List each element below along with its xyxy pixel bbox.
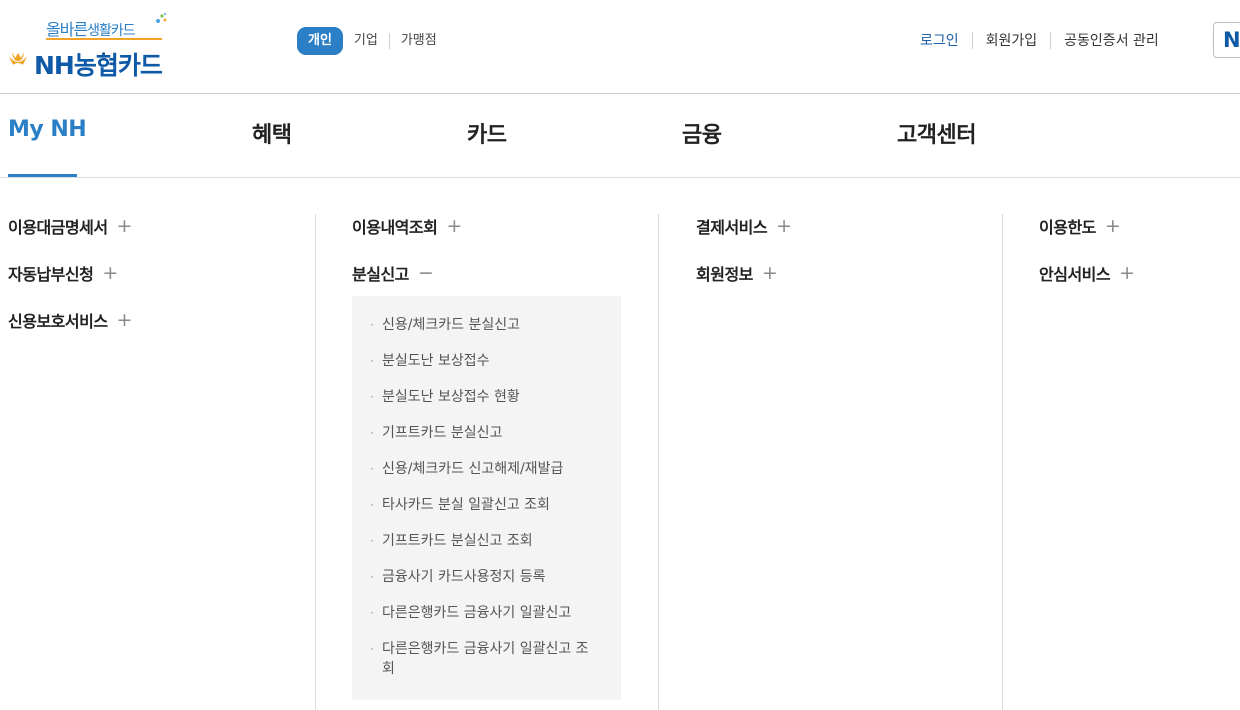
plus-icon[interactable]: + — [776, 217, 792, 236]
gnb-finance[interactable]: 금융 — [682, 117, 722, 149]
sub-item-label: 신용/체크카드 분실신고 — [382, 317, 520, 333]
gnb-my-nh[interactable]: My NH — [8, 117, 87, 142]
sub-item-card-loss-report[interactable]: · 신용/체크카드 분실신고 — [370, 315, 610, 335]
sub-item-label: 금융사기 카드사용정지 등록 — [382, 569, 546, 585]
sparkle-icon — [156, 13, 167, 23]
menu-item-payment-service[interactable]: 결제서비스 + — [696, 214, 792, 238]
sub-item-compensation-status[interactable]: · 분실도난 보상접수 현황 — [370, 387, 610, 407]
gnb-benefits[interactable]: 혜택 — [252, 117, 292, 149]
bullet-icon: · — [370, 318, 374, 332]
sub-item-label: 다른은행카드 금융사기 일괄신고 조회 — [382, 641, 589, 677]
menu-item-label: 분실신고 — [352, 265, 409, 284]
bullet-icon: · — [370, 354, 374, 368]
top-header: 올바른생활카드 NH농협카드 개인 기업 가맹점 로그인 회원가입 공동인증서 … — [0, 0, 1240, 94]
menu-item-label: 이용한도 — [1039, 218, 1096, 237]
main-navigation: My NH 혜택 카드 금융 고객센터 — [0, 95, 1240, 178]
menu-item-auto-payment[interactable]: 자동납부신청 + — [8, 261, 118, 285]
gnb-cards[interactable]: 카드 — [467, 117, 507, 149]
nh-symbol-icon — [9, 52, 27, 73]
sub-item-label: 타사카드 분실 일괄신고 조회 — [382, 497, 550, 513]
menu-item-label: 자동납부신청 — [8, 265, 94, 284]
bullet-icon: · — [370, 642, 374, 656]
plus-icon[interactable]: + — [446, 217, 462, 236]
menu-item-label: 이용내역조회 — [352, 218, 438, 237]
sub-item-gift-card-loss-inquiry[interactable]: · 기프트카드 분실신고 조회 — [370, 531, 610, 551]
menu-item-safety-service[interactable]: 안심서비스 + — [1039, 261, 1135, 285]
plus-icon[interactable]: + — [1119, 264, 1135, 283]
column-divider — [1002, 214, 1003, 710]
login-link[interactable]: 로그인 — [920, 30, 972, 50]
utility-links: 로그인 회원가입 공동인증서 관리 — [920, 30, 1172, 50]
bullet-icon: · — [370, 570, 374, 584]
segment-business[interactable]: 기업 — [343, 33, 389, 49]
signup-link[interactable]: 회원가입 — [973, 30, 1051, 50]
sub-item-label: 다른은행카드 금융사기 일괄신고 — [382, 605, 572, 621]
bullet-icon: · — [370, 498, 374, 512]
menu-item-credit-limit[interactable]: 이용한도 + — [1039, 214, 1121, 238]
logo-slogan-sub: 생활카드 — [87, 23, 136, 39]
bullet-icon: · — [370, 390, 374, 404]
column-divider — [315, 214, 316, 710]
menu-item-credit-protection[interactable]: 신용보호서비스 + — [8, 308, 132, 332]
menu-item-usage-history[interactable]: 이용내역조회 + — [352, 214, 462, 238]
menu-item-label: 결제서비스 — [696, 218, 768, 237]
active-tab-indicator — [8, 174, 77, 177]
plus-icon[interactable]: + — [117, 217, 133, 236]
bullet-icon: · — [370, 534, 374, 548]
bullet-icon: · — [370, 426, 374, 440]
column-divider — [658, 214, 659, 710]
plus-icon[interactable]: + — [117, 311, 133, 330]
bullet-icon: · — [370, 462, 374, 476]
sub-item-gift-card-loss[interactable]: · 기프트카드 분실신고 — [370, 423, 610, 443]
segment-merchant[interactable]: 가맹점 — [390, 33, 448, 49]
customer-type-switch: 개인 기업 가맹점 — [297, 27, 448, 55]
sub-item-label: 분실도난 보상접수 현황 — [382, 389, 520, 405]
sub-item-cancel-reissue[interactable]: · 신용/체크카드 신고해제/재발급 — [370, 459, 610, 479]
plus-icon[interactable]: + — [1105, 217, 1121, 236]
sub-item-fraud-suspension[interactable]: · 금융사기 카드사용정지 등록 — [370, 567, 610, 587]
gnb-customer-center[interactable]: 고객센터 — [897, 117, 976, 149]
logo-underline — [46, 38, 162, 40]
logo-brand: NH농협카드 — [34, 51, 163, 80]
logo-slogan-main: 올바른 — [46, 20, 88, 39]
sub-item-label: 기프트카드 분실신고 — [382, 425, 503, 441]
sub-item-other-bank-fraud-inquiry[interactable]: · 다른은행카드 금융사기 일괄신고 조회 — [370, 639, 600, 679]
logo-slogan: 올바른생활카드 — [46, 16, 136, 40]
bullet-icon: · — [370, 606, 374, 620]
sub-item-theft-compensation[interactable]: · 분실도난 보상접수 — [370, 351, 610, 371]
sub-item-label: 기프트카드 분실신고 조회 — [382, 533, 533, 549]
sub-item-label: 분실도난 보상접수 — [382, 353, 490, 369]
menu-item-label: 안심서비스 — [1039, 265, 1111, 284]
sub-item-other-bank-fraud-report[interactable]: · 다른은행카드 금융사기 일괄신고 — [370, 603, 610, 623]
menu-item-member-info[interactable]: 회원정보 + — [696, 261, 778, 285]
menu-item-label: 신용보호서비스 — [8, 312, 108, 331]
plus-icon[interactable]: + — [762, 264, 778, 283]
menu-item-label: 회원정보 — [696, 265, 753, 284]
menu-item-loss-report[interactable]: 분실신고 − — [352, 261, 434, 285]
segment-personal[interactable]: 개인 — [297, 27, 343, 55]
loss-report-submenu-panel: · 신용/체크카드 분실신고 · 분실도난 보상접수 · 분실도난 보상접수 현황 ·… — [352, 296, 621, 700]
certificate-link[interactable]: 공동인증서 관리 — [1051, 30, 1172, 50]
sub-item-label: 신용/체크카드 신고해제/재발급 — [382, 461, 564, 477]
plus-icon[interactable]: + — [102, 264, 118, 283]
sub-item-other-card-bulk-inquiry[interactable]: · 타사카드 분실 일괄신고 조회 — [370, 495, 610, 515]
menu-item-label: 이용대금명세서 — [8, 218, 108, 237]
brand-toggle-button[interactable]: N — [1213, 22, 1240, 58]
nh-card-logo[interactable]: 올바른생활카드 NH농협카드 — [6, 12, 206, 80]
menu-item-billing-statement[interactable]: 이용대금명세서 + — [8, 214, 132, 238]
minus-icon[interactable]: − — [418, 264, 434, 283]
